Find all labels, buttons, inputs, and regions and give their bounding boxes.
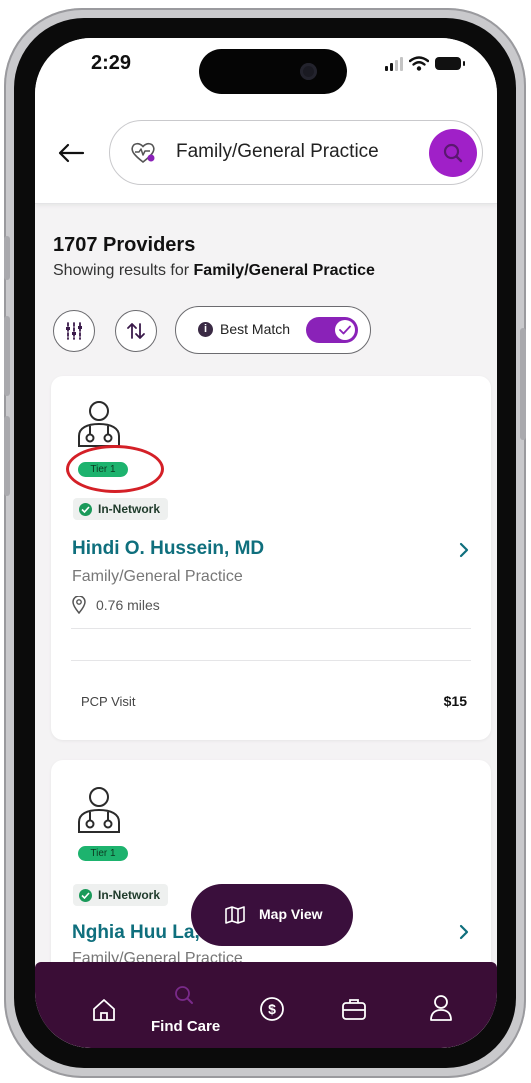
provider-card[interactable]: Tier 1 In-Network Hindi O. Hussein, MD F…: [51, 376, 491, 740]
map-icon: [225, 906, 245, 924]
provider-distance: 0.76 miles: [72, 596, 160, 614]
home-icon: [93, 999, 115, 1021]
search-icon: [175, 986, 193, 1004]
network-badge: In-Network: [73, 498, 169, 520]
heart-pulse-icon: [131, 142, 155, 164]
nav-costs[interactable]: $: [259, 962, 289, 1048]
network-label: In-Network: [98, 502, 161, 516]
provider-name-link[interactable]: Nghia Huu La,: [72, 922, 200, 944]
battery-icon: [435, 57, 465, 70]
tier-badge: Tier 1: [78, 846, 128, 861]
best-match-switch[interactable]: [306, 317, 358, 343]
switch-knob: [335, 320, 355, 340]
status-time: 2:29: [91, 52, 132, 74]
check-circle-icon: [79, 502, 92, 516]
camera-icon: [300, 63, 317, 80]
map-view-label: Map View: [259, 906, 323, 922]
wifi-icon: [409, 56, 429, 71]
best-match-toggle[interactable]: i Best Match: [175, 306, 371, 354]
best-match-label: Best Match: [220, 321, 291, 337]
sort-arrows-icon: [127, 323, 145, 339]
dynamic-island: [199, 49, 347, 94]
side-button-power: [520, 328, 526, 440]
briefcase-icon: [342, 999, 366, 1020]
header: 2:29 Family/General Practice: [35, 38, 497, 204]
bottom-nav: Find Care $: [35, 962, 497, 1048]
search-query: Family/General Practice: [176, 141, 379, 162]
nav-benefits[interactable]: [341, 962, 371, 1048]
chevron-right-icon[interactable]: [459, 542, 469, 558]
nav-find-care[interactable]: Find Care: [151, 962, 233, 1048]
provider-name-link[interactable]: Hindi O. Hussein, MD: [72, 538, 264, 560]
info-icon[interactable]: i: [198, 322, 213, 337]
doctor-avatar-icon: [78, 787, 120, 833]
search-icon: [443, 143, 463, 163]
results-summary-term: Family/General Practice: [193, 262, 375, 279]
user-icon: [430, 995, 452, 1021]
chevron-right-icon[interactable]: [459, 924, 469, 940]
search-input[interactable]: Family/General Practice: [109, 120, 483, 185]
svg-text:$: $: [268, 1001, 276, 1017]
nav-find-care-label: Find Care: [151, 1018, 221, 1035]
check-circle-icon: [79, 888, 92, 902]
card-divider: [71, 628, 471, 629]
visit-price: $15: [443, 693, 467, 709]
side-button-silent: [4, 236, 10, 280]
visit-type: PCP Visit: [81, 694, 136, 709]
filter-button[interactable]: [53, 310, 95, 352]
side-button-volume-up: [4, 316, 10, 396]
provider-specialty: Family/General Practice: [72, 568, 243, 585]
results-summary: Showing results for Family/General Pract…: [53, 262, 375, 280]
doctor-avatar-icon: [78, 401, 120, 447]
back-arrow-icon[interactable]: [57, 143, 85, 163]
network-badge: In-Network: [73, 884, 169, 906]
sliders-icon: [66, 322, 82, 340]
screen: 2:29 Family/General Practice 1707 Provid…: [35, 38, 497, 1048]
map-view-button[interactable]: Map View: [191, 884, 353, 946]
results-summary-prefix: Showing results for: [53, 262, 194, 279]
sort-button[interactable]: [115, 310, 157, 352]
tier-highlight-annotation: [66, 445, 164, 493]
nav-profile[interactable]: [429, 962, 459, 1048]
side-button-volume-down: [4, 416, 10, 496]
network-label: In-Network: [98, 888, 161, 902]
dollar-circle-icon: $: [260, 997, 284, 1021]
nav-home[interactable]: [91, 962, 121, 1048]
card-divider: [71, 660, 471, 661]
provider-count: 1707 Providers: [53, 234, 196, 256]
distance-value: 0.76 miles: [96, 597, 160, 613]
search-button[interactable]: [429, 129, 477, 177]
checkmark-icon: [339, 325, 351, 335]
signal-icon: [385, 56, 403, 71]
location-pin-icon: [72, 596, 86, 614]
status-icons: [385, 56, 465, 71]
